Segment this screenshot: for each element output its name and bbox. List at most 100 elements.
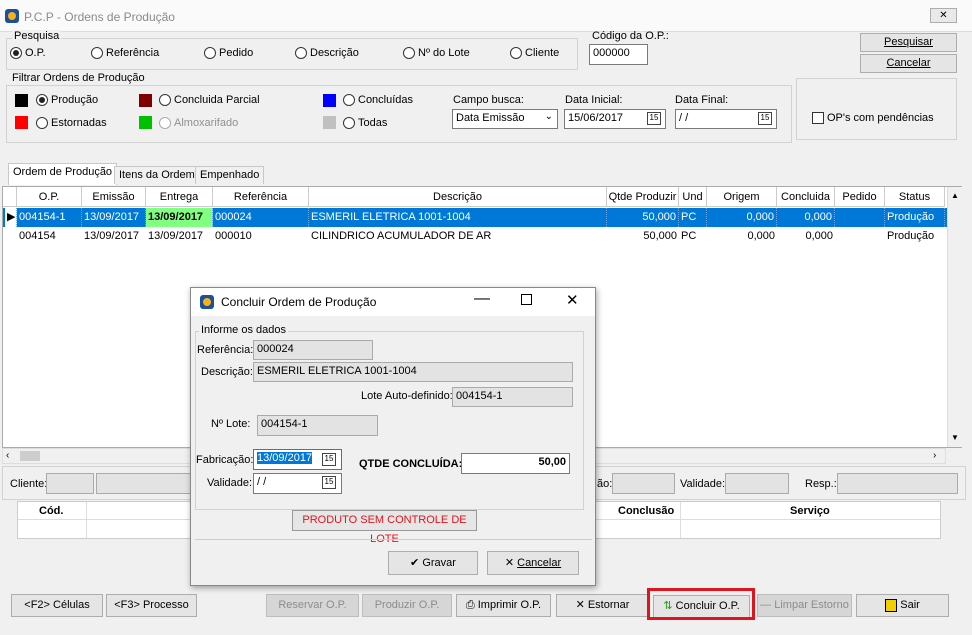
sem-controle-lote-warning: PRODUTO SEM CONTROLE DE LOTE bbox=[292, 510, 477, 545]
limpar-label: Limpar Estorno bbox=[774, 599, 849, 611]
scroll-right-icon[interactable]: › bbox=[933, 450, 936, 461]
validade-input bbox=[725, 473, 789, 494]
cell-qtde: 50,000 bbox=[643, 230, 677, 242]
estornar-label: Estornar bbox=[587, 599, 630, 611]
cell-pedido bbox=[835, 208, 885, 227]
campo-busca-label: Campo busca: bbox=[453, 94, 524, 106]
radio-icon bbox=[36, 117, 48, 130]
partial-date-label: ão: bbox=[597, 478, 613, 490]
calendar-icon[interactable]: 15 bbox=[322, 453, 336, 466]
descricao-label: Descrição: bbox=[201, 366, 253, 378]
pendencias-checkbox[interactable]: OP's com pendências bbox=[812, 112, 934, 125]
cell-entrega: 13/09/2017 bbox=[148, 230, 204, 242]
campo-busca-select[interactable]: Data Emissão ⌄ bbox=[452, 109, 558, 129]
limpar-estorno-button[interactable]: — Limpar Estorno bbox=[757, 594, 852, 617]
cell-emissao: 13/09/2017 bbox=[82, 208, 146, 227]
codigo-op-input[interactable]: 000000 bbox=[589, 44, 648, 65]
data-inicial-label: Data Inicial: bbox=[565, 94, 623, 106]
radio-icon bbox=[343, 94, 355, 107]
search-option-descricao[interactable]: Descrição bbox=[295, 47, 359, 60]
col-header-status[interactable]: Status bbox=[885, 187, 945, 207]
search-option-pedido[interactable]: Pedido bbox=[204, 47, 253, 60]
tab-empenhado[interactable]: Empenhado bbox=[195, 166, 265, 184]
lote-label: Nº Lote: bbox=[211, 418, 251, 430]
maximize-icon[interactable] bbox=[521, 294, 532, 305]
todas-color-swatch bbox=[323, 116, 336, 129]
grid-vertical-scrollbar[interactable]: ▲ ▼ bbox=[947, 187, 962, 447]
almoxarifado-color-swatch bbox=[139, 116, 152, 129]
referencia-field: 000024 bbox=[253, 340, 373, 360]
radio-icon bbox=[10, 47, 22, 60]
col-header-op[interactable]: O.P. bbox=[17, 187, 82, 207]
scrollbar-thumb[interactable] bbox=[20, 451, 40, 461]
col-header-emissao[interactable]: Emissão bbox=[82, 187, 146, 207]
window-titlebar: P.C.P - Ordens de Produção ✕ bbox=[0, 0, 972, 32]
search-option-referencia[interactable]: Referência bbox=[91, 47, 159, 60]
scroll-down-icon[interactable]: ▼ bbox=[951, 433, 959, 442]
cell-status: Produção bbox=[887, 230, 935, 242]
filter-option-todas[interactable]: Todas bbox=[343, 117, 387, 130]
col-header-origem[interactable]: Origem bbox=[707, 187, 777, 207]
gravar-button[interactable]: ✔ Gravar bbox=[388, 551, 478, 575]
qtde-concluida-input[interactable]: 50,00 bbox=[461, 453, 570, 474]
pesquisar-button[interactable]: Pesquisar bbox=[860, 33, 957, 52]
scroll-up-icon[interactable]: ▲ bbox=[951, 191, 959, 200]
cell-emissao: 13/09/2017 bbox=[84, 230, 140, 242]
filter-option-estornadas[interactable]: Estornadas bbox=[36, 117, 107, 130]
col-header-qtde[interactable]: Qtde Produzir bbox=[607, 187, 679, 207]
col-header-concluida[interactable]: Concluida bbox=[777, 187, 835, 207]
filter-option-concluida-parcial[interactable]: Concluida Parcial bbox=[159, 94, 260, 107]
col-header-referencia[interactable]: Referência bbox=[213, 187, 309, 207]
produzir-op-button[interactable]: Produzir O.P. bbox=[362, 594, 452, 617]
search-option-cliente[interactable]: Cliente bbox=[510, 47, 559, 60]
radio-icon bbox=[510, 47, 522, 60]
filter-option-concluidas[interactable]: Concluídas bbox=[343, 94, 413, 107]
checkmark-icon: ✔ bbox=[410, 557, 420, 569]
imprimir-op-button[interactable]: ⎙ Imprimir O.P. bbox=[456, 594, 551, 617]
tab-itens-ordem[interactable]: Itens da Ordem bbox=[114, 166, 200, 184]
app-logo-icon bbox=[5, 9, 19, 23]
search-option-op[interactable]: O.P. bbox=[10, 47, 46, 60]
calendar-icon[interactable]: 15 bbox=[758, 112, 772, 125]
cancelar-button[interactable]: Cancelar bbox=[860, 54, 957, 73]
printer-icon: ⎙ bbox=[465, 599, 475, 611]
calendar-icon[interactable]: 15 bbox=[647, 112, 661, 125]
cell-pedido bbox=[835, 227, 885, 246]
dialog-cancelar-button[interactable]: ✕ Cancelar bbox=[487, 551, 579, 575]
dialog-title: Concluir Ordem de Produção bbox=[221, 295, 377, 309]
lote-field[interactable]: 004154-1 bbox=[257, 415, 378, 436]
col-header-entrega[interactable]: Entrega bbox=[146, 187, 213, 207]
search-option-lote[interactable]: Nº do Lote bbox=[403, 47, 470, 60]
filter-option-producao[interactable]: Produção bbox=[36, 94, 98, 107]
highlight-frame bbox=[647, 588, 755, 620]
cell-origem: 0,000 bbox=[707, 208, 777, 227]
cell-und: PC bbox=[679, 208, 707, 227]
minimize-icon[interactable]: — bbox=[474, 290, 490, 308]
col-header-descricao[interactable]: Descrição bbox=[309, 187, 607, 207]
reservar-op-button[interactable]: Reservar O.P. bbox=[266, 594, 359, 617]
window-close-button[interactable]: ✕ bbox=[930, 8, 957, 23]
checkbox-icon bbox=[812, 112, 824, 125]
scroll-left-icon[interactable]: ‹ bbox=[6, 450, 9, 461]
col-header-pedido[interactable]: Pedido bbox=[835, 187, 885, 207]
resp-label: Resp.: bbox=[805, 478, 837, 490]
calendar-icon[interactable]: 15 bbox=[322, 476, 336, 489]
lote-auto-field: 004154-1 bbox=[452, 387, 573, 407]
tab-ordem-producao[interactable]: Ordem de Produção bbox=[8, 163, 118, 185]
radio-icon bbox=[36, 94, 48, 107]
cliente-code-input bbox=[46, 473, 94, 494]
cell-origem: 0,000 bbox=[747, 230, 775, 242]
celulas-button[interactable]: <F2> Células bbox=[11, 594, 103, 617]
close-icon[interactable]: ✕ bbox=[566, 291, 579, 309]
estornar-button[interactable]: ✕ Estornar bbox=[556, 594, 649, 617]
cell-concluida: 0,000 bbox=[805, 230, 833, 242]
processo-button[interactable]: <F3> Processo bbox=[106, 594, 197, 617]
validade-value: / / bbox=[257, 476, 267, 488]
radio-icon bbox=[403, 47, 415, 60]
table-row[interactable]: ▶ 004154-1 13/09/2017 13/09/2017 000024 … bbox=[3, 208, 948, 227]
sair-button[interactable]: Sair bbox=[856, 594, 949, 617]
col-header-und[interactable]: Und bbox=[679, 187, 707, 207]
table-row[interactable]: 004154 13/09/2017 13/09/2017 000010 CILI… bbox=[3, 227, 948, 246]
radio-icon bbox=[295, 47, 307, 60]
radio-icon bbox=[159, 117, 171, 130]
